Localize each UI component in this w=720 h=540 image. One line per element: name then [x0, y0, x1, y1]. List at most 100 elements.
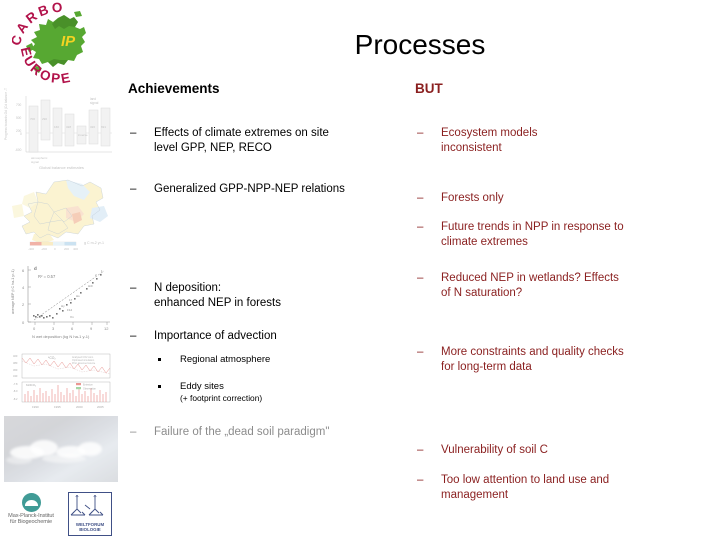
- sub-bullet-square-marker: [158, 354, 180, 361]
- svg-text:326: 326: [90, 125, 95, 129]
- sub-bullet-square-marker: [158, 381, 180, 388]
- scatter-plot-thumbnail: 64 20 03 6 9 12 Hy 17 Hs Hi0 2 1 F12 Xn …: [4, 258, 118, 344]
- bullet-text: More constraints and quality checks for …: [441, 346, 624, 373]
- bullet-dash-marker: –: [130, 426, 137, 438]
- bar-chart-thumbnail: 700 500 200 0 -600 700 290 160 328 inverse 32…: [4, 88, 118, 172]
- bullet-item: – More constraints and quality checks for…: [415, 345, 624, 374]
- svg-text:g C m-2 yr-1: g C m-2 yr-1: [84, 241, 104, 245]
- bullet-text: Reduced NEP in wetlands? Effects of N sa…: [441, 272, 619, 299]
- svg-text:691: 691: [101, 125, 106, 129]
- bullet-item: – Future trends in NPP in response to cli…: [415, 220, 624, 249]
- svg-text:12: 12: [104, 326, 109, 331]
- mpi-logo-line2: für Biogeochemie: [10, 519, 52, 525]
- but-heading: BUT: [415, 81, 443, 96]
- bullet-dash-marker: –: [417, 192, 424, 204]
- svg-text:500: 500: [16, 116, 22, 120]
- europe-map-thumbnail: -400 -200 0 200 400 g C m-2 yr-1: [4, 178, 118, 254]
- svg-text:-600: -600: [15, 148, 22, 152]
- svg-text:Emission: Emission: [83, 384, 93, 387]
- sub-bullet-item: Eddy sites (+ footprint correction): [158, 381, 262, 405]
- max-planck-institut-logo: Max-Planck-Institut für Biogeochemie: [2, 492, 60, 534]
- sub-bullet-text: Regional atmosphere: [180, 354, 271, 365]
- svg-text:signal: signal: [90, 101, 99, 105]
- carboeurope-logo-svg: IP CARBO EUROPE: [12, 2, 86, 86]
- bullet-item: – Forests only: [415, 191, 504, 206]
- svg-text:360: 360: [13, 368, 18, 372]
- svg-text:-7.8: -7.8: [13, 382, 18, 386]
- svg-text:d: d: [34, 266, 37, 271]
- svg-text:380: 380: [13, 361, 18, 365]
- achievements-heading: Achievements: [128, 81, 220, 96]
- bullet-text: Forests only: [441, 192, 504, 204]
- svg-text:signal: signal: [31, 160, 39, 164]
- bullet-dash-marker: –: [417, 221, 424, 233]
- svg-text:2000: 2000: [76, 405, 83, 409]
- svg-text:17: 17: [69, 298, 73, 302]
- svg-text:R² = 0.57: R² = 0.57: [38, 274, 56, 279]
- sub-bullet-note: (+ footprint correction): [180, 393, 263, 403]
- svg-text:Xn: Xn: [70, 315, 74, 319]
- bullet-dash-marker: –: [130, 183, 137, 195]
- sub-bullet-text: Eddy sites (+ footprint correction): [180, 381, 263, 403]
- svg-text:F12: F12: [67, 308, 73, 312]
- bullet-dash-marker: –: [417, 127, 424, 139]
- svg-text:340: 340: [13, 374, 18, 378]
- svg-text:400: 400: [73, 247, 78, 251]
- svg-text:1995: 1995: [54, 405, 61, 409]
- sidebar-image-strip: IP CARBO EUROPE: [0, 0, 122, 540]
- bullet-item: – Failure of the „dead soil paradigm": [128, 425, 329, 440]
- svg-text:-8.0: -8.0: [13, 389, 18, 393]
- bullet-dash-marker: –: [130, 282, 137, 294]
- bullet-item: – Reduced NEP in wetlands? Effects of N s…: [415, 271, 619, 300]
- svg-text:Observation: Observation: [83, 388, 97, 391]
- bullet-item: – Vulnerability of soil C: [415, 443, 548, 458]
- svg-text:-200: -200: [41, 247, 47, 251]
- svg-text:0: 0: [20, 132, 22, 136]
- sub-bullet-item: Regional atmosphere: [158, 354, 270, 366]
- svg-text:1990: 1990: [32, 405, 39, 409]
- bullet-text: N deposition: enhanced NEP in forests: [154, 282, 282, 309]
- svg-text:Progress towards Gd (Cd balanc: Progress towards Gd (Cd balance -TgC/yr): [4, 88, 8, 140]
- svg-text:Hy: Hy: [61, 304, 65, 308]
- svg-text:inverse: inverse: [78, 133, 88, 137]
- svg-text:Hs: Hs: [76, 294, 80, 298]
- svg-text:-400: -400: [28, 247, 34, 251]
- secondary-logo-figure-icon: [70, 495, 104, 516]
- secondary-logo-text: WELTFORUM BIOLOGIE: [75, 521, 105, 532]
- bullet-text: Effects of climate extremes on site leve…: [154, 127, 329, 154]
- svg-text:200: 200: [64, 247, 69, 251]
- sky-photo-thumbnail: [4, 416, 118, 482]
- svg-text:average NEP (t C ha-1 yr-1): average NEP (t C ha-1 yr-1): [11, 269, 15, 314]
- bullet-dash-marker: –: [417, 346, 424, 358]
- bullet-text: Vulnerability of soil C: [441, 444, 548, 456]
- bullet-dash-marker: –: [417, 474, 424, 486]
- svg-text:Global balance estimates: Global balance estimates: [39, 165, 84, 170]
- carboeurope-logo: IP CARBO EUROPE: [12, 2, 108, 86]
- svg-text:160: 160: [54, 125, 59, 129]
- bullet-text: Generalized GPP-NPP-NEP relations: [154, 183, 345, 195]
- bullet-text: Future trends in NPP in response to clim…: [441, 221, 624, 248]
- bullet-dash-marker: –: [417, 272, 424, 284]
- bullet-dash-marker: –: [130, 330, 137, 342]
- carboeurope-ip-mark: IP: [61, 33, 76, 50]
- svg-text:δ13CO₂: δ13CO₂: [26, 383, 36, 387]
- bullet-text: Too low attention to land use and manage…: [441, 474, 610, 501]
- slide-root: IP CARBO EUROPE: [0, 0, 720, 540]
- bullet-item: – Generalized GPP-NPP-NEP relations: [128, 182, 345, 197]
- bullet-item: – Too low attention to land use and manag…: [415, 473, 609, 502]
- bullet-text: Importance of advection: [154, 330, 277, 342]
- svg-text:400: 400: [13, 354, 18, 358]
- svg-text:2005: 2005: [97, 405, 104, 409]
- bullet-text: Failure of the „dead soil paradigm": [154, 426, 330, 438]
- bullet-dash-marker: –: [130, 127, 137, 139]
- svg-text:290: 290: [42, 117, 47, 121]
- bullet-item: – Ecosystem models inconsistent: [415, 126, 538, 155]
- svg-text:328: 328: [66, 125, 71, 129]
- mpi-wave-icon: [25, 500, 38, 506]
- bullet-item: – N deposition: enhanced NEP in forests: [128, 281, 281, 310]
- svg-text:-8.2: -8.2: [13, 397, 18, 401]
- secondary-institute-logo: WELTFORUM BIOLOGIE: [68, 492, 112, 536]
- bullet-text: Ecosystem models inconsistent: [441, 127, 538, 154]
- svg-text:Prior assumed source: Prior assumed source: [72, 362, 96, 365]
- bullet-dash-marker: –: [417, 444, 424, 456]
